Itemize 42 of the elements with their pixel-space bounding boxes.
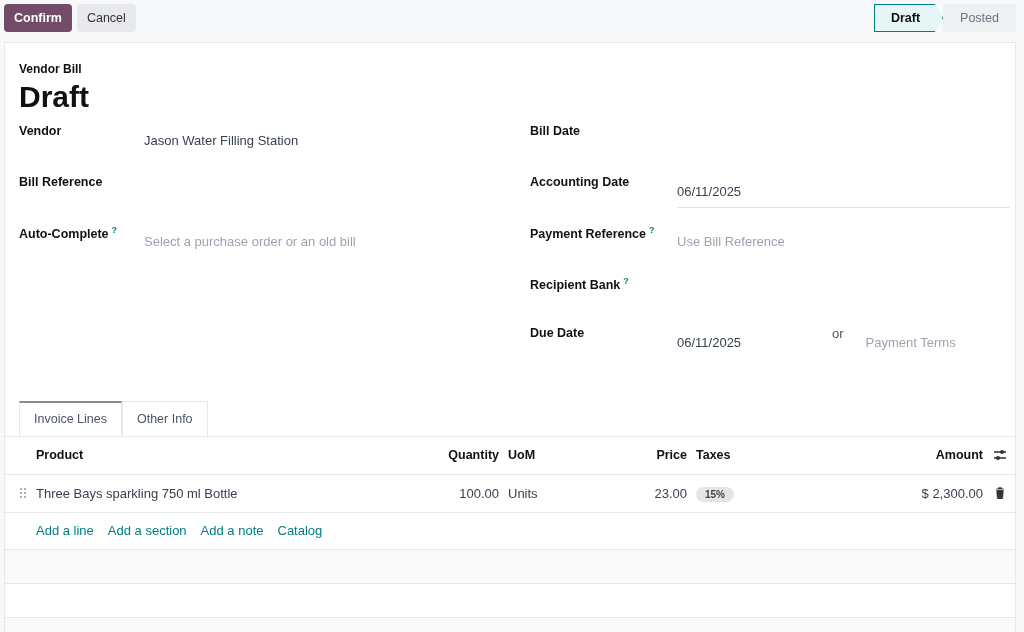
help-mark[interactable]: ? — [649, 225, 655, 235]
field-label: Payment Reference — [530, 227, 647, 242]
field-label: Due Date — [530, 326, 585, 340]
tab[interactable]: Other Info — [121, 400, 208, 436]
tab[interactable]: Invoice Lines — [19, 400, 122, 436]
status-step[interactable]: Draft — [873, 4, 944, 32]
help-mark[interactable]: ? — [623, 275, 629, 286]
field-label: Bill Date — [530, 124, 580, 138]
drag-handle-icon[interactable] — [20, 488, 26, 498]
add-link[interactable]: Add a line — [36, 523, 94, 538]
document-type: Vendor Bill — [19, 62, 83, 76]
column-header[interactable]: Taxes — [687, 448, 807, 462]
table-cell-text: 23.00 — [653, 485, 687, 501]
table-cell-text: $ 2,300.00 — [920, 485, 983, 501]
help-mark[interactable]: ? — [111, 225, 118, 235]
column-header[interactable]: Quantity — [401, 448, 499, 462]
status-step[interactable]: Posted — [943, 4, 1016, 32]
column-header[interactable]: UoM — [499, 448, 619, 462]
tax-tag: 15% — [696, 486, 734, 502]
add-link[interactable]: Add a note — [200, 523, 264, 538]
delete-icon[interactable] — [995, 487, 1005, 499]
column-header[interactable]: Price — [619, 448, 687, 462]
input-field[interactable]: 06/11/2025 — [677, 335, 832, 350]
column-header[interactable]: Amount — [807, 448, 983, 462]
confirm-button[interactable]: Confirm — [4, 4, 72, 32]
settings-icon[interactable] — [993, 448, 1007, 462]
table-cell-text: Units — [507, 485, 539, 501]
table-cell-text: 100.00 — [458, 485, 499, 501]
field-label: Vendor — [19, 124, 62, 138]
column-header[interactable]: Product — [36, 448, 401, 462]
field-label: Auto-Complete — [19, 227, 109, 242]
field-value[interactable]: Jason Water Filling Station — [144, 133, 299, 148]
separator-text: or — [832, 326, 844, 341]
input-field[interactable]: 06/11/2025 — [677, 183, 1010, 208]
cancel-button[interactable]: Cancel — [76, 4, 136, 32]
document-title: Draft — [19, 80, 90, 114]
add-link[interactable]: Add a section — [107, 523, 187, 538]
field-label: Accounting Date — [530, 174, 630, 189]
add-link[interactable]: Catalog — [277, 523, 323, 538]
field-label: Recipient Bank — [530, 277, 621, 292]
field-label: Bill Reference — [19, 174, 103, 189]
table-cell-text: Three Bays sparkling 750 ml Bottle — [36, 485, 239, 501]
